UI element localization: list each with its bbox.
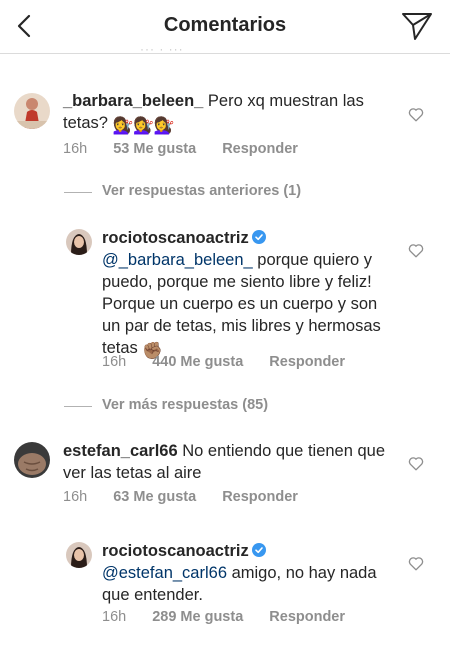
reply-meta: 16h 440 Me gusta Responder <box>102 354 371 370</box>
like-count[interactable]: 53 Me gusta <box>113 141 196 157</box>
view-more-label[interactable]: Ver más respuestas (85) <box>102 397 268 413</box>
like-count[interactable]: 440 Me gusta <box>152 354 243 370</box>
comment-emoji: 💇‍♀️💇‍♀️💇‍♀️ <box>112 117 175 135</box>
reply-text: rociotoscanoactriz @_barbara_beleen_ por… <box>102 227 390 362</box>
divider-line <box>64 406 92 407</box>
reply-username[interactable]: rociotoscanoactriz <box>102 542 249 560</box>
verified-badge-icon <box>251 230 266 244</box>
like-count[interactable]: 289 Me gusta <box>152 609 243 625</box>
heart-icon[interactable] <box>408 107 424 122</box>
reply-time: 16h <box>102 609 127 625</box>
reply-text: rociotoscanoactriz @estefan_carl66 amigo… <box>102 540 390 606</box>
reply-button[interactable]: Responder <box>222 141 298 157</box>
comment-time: 16h <box>63 141 88 157</box>
like-count[interactable]: 63 Me gusta <box>113 489 196 505</box>
reply-username[interactable]: rociotoscanoactriz <box>102 229 249 247</box>
reply-button[interactable]: Responder <box>269 354 345 370</box>
comment-username[interactable]: _barbara_beleen_ <box>63 92 203 110</box>
mention-link[interactable]: @_barbara_beleen_ <box>102 251 253 269</box>
scrolled-text-fragment: ··· · ··· <box>140 42 184 56</box>
comment-meta: 16h 63 Me gusta Responder <box>63 489 324 505</box>
send-icon[interactable] <box>400 10 434 42</box>
avatar[interactable] <box>66 229 92 255</box>
avatar[interactable] <box>66 542 92 568</box>
reply-time: 16h <box>102 354 127 370</box>
avatar[interactable] <box>14 442 50 478</box>
heart-icon[interactable] <box>408 556 424 571</box>
divider-line <box>64 192 92 193</box>
header-bar: Comentarios <box>0 0 450 54</box>
page-title: Comentarios <box>163 14 287 36</box>
heart-icon[interactable] <box>408 456 424 471</box>
comment-text: _barbara_beleen_ Pero xq muestran las te… <box>63 90 393 137</box>
heart-icon[interactable] <box>408 243 424 258</box>
mention-link[interactable]: @estefan_carl66 <box>102 564 227 582</box>
reply-button[interactable]: Responder <box>269 609 345 625</box>
comment-time: 16h <box>63 489 88 505</box>
reply-meta: 16h 289 Me gusta Responder <box>102 609 371 625</box>
comment-meta: 16h 53 Me gusta Responder <box>63 141 324 157</box>
view-previous-label[interactable]: Ver respuestas anteriores (1) <box>102 183 301 199</box>
reply-button[interactable]: Responder <box>222 489 298 505</box>
verified-badge-icon <box>251 543 266 557</box>
comment-username[interactable]: estefan_carl66 <box>63 442 178 460</box>
comment-text: estefan_carl66 No entiendo que tienen qu… <box>63 440 393 484</box>
avatar[interactable] <box>14 93 50 129</box>
